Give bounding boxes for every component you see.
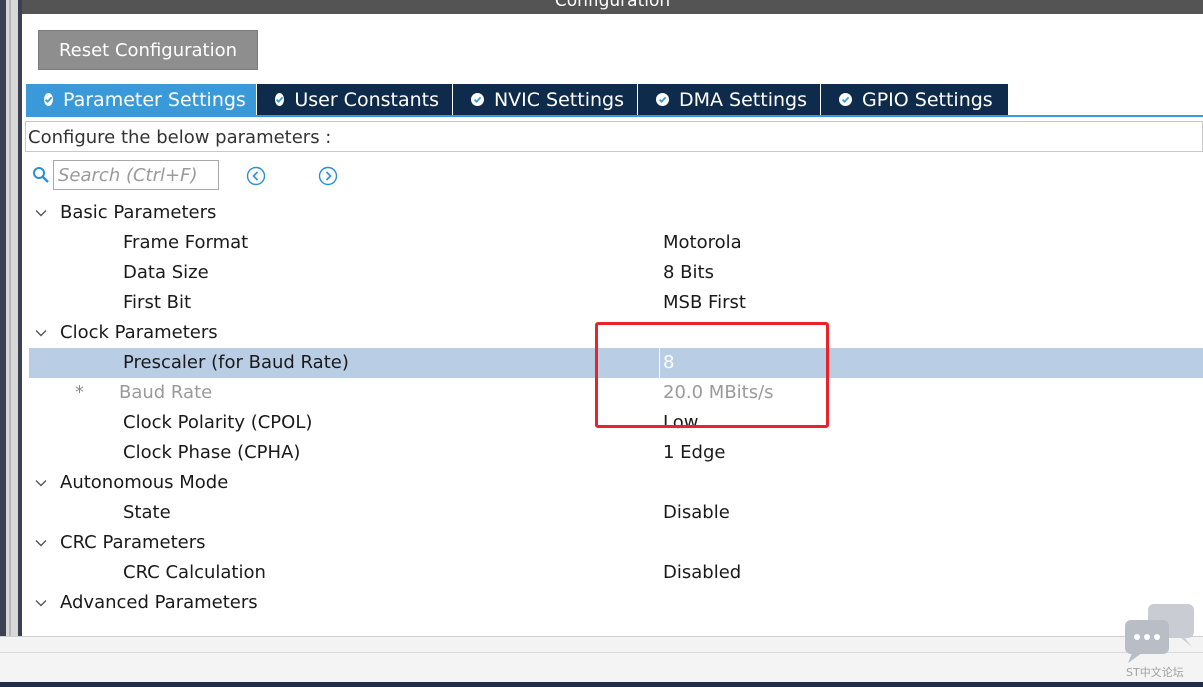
window-title: Configuration [554,0,671,11]
chevron-down-icon[interactable] [34,476,48,490]
chevron-down-icon[interactable] [34,206,48,220]
param-label: Data Size [123,262,209,283]
group-advanced-parameters[interactable]: Advanced Parameters [29,588,1203,618]
param-frame-format[interactable]: Frame Format Motorola [29,228,1203,258]
param-first-bit[interactable]: First Bit MSB First [29,288,1203,318]
param-label: Prescaler (for Baud Rate) [123,352,349,373]
check-circle-icon [275,93,285,106]
tab-parameter-settings[interactable]: Parameter Settings [26,84,257,115]
left-splitter-line [9,0,11,640]
tab-label: Parameter Settings [63,88,246,111]
param-state[interactable]: State Disable [29,498,1203,528]
chevron-down-icon[interactable] [34,326,48,340]
configure-hint-box: Configure the below parameters : [25,121,1203,152]
param-crc-calculation[interactable]: CRC Calculation Disabled [29,558,1203,588]
status-bar [0,652,1203,683]
group-crc-parameters[interactable]: CRC Parameters [29,528,1203,558]
param-label: First Bit [123,292,192,313]
group-autonomous-mode[interactable]: Autonomous Mode [29,468,1203,498]
forum-watermark-text: ST中文论坛 [1126,666,1184,679]
tab-user-constants[interactable]: User Constants [257,84,453,115]
tab-label: GPIO Settings [862,88,993,111]
check-circle-icon [656,93,669,106]
param-value[interactable]: MSB First [663,288,746,318]
search-icon[interactable] [32,166,50,184]
previous-match-icon[interactable] [246,166,266,186]
param-value[interactable]: Disabled [663,558,741,588]
group-label: Clock Parameters [60,322,218,343]
group-basic-parameters[interactable]: Basic Parameters [29,198,1203,228]
tab-label: DMA Settings [679,88,807,111]
param-label: State [123,502,171,523]
group-label: Basic Parameters [60,202,217,223]
tab-nvic-settings[interactable]: NVIC Settings [453,84,638,115]
tab-label: NVIC Settings [493,88,624,111]
param-label: Frame Format [123,232,249,253]
check-circle-icon [471,93,484,106]
next-match-icon[interactable] [318,166,338,186]
param-value[interactable]: Motorola [663,228,742,258]
reset-configuration-button[interactable]: Reset Configuration [38,30,258,70]
param-data-size[interactable]: Data Size 8 Bits [29,258,1203,288]
window-titlebar: Configuration [22,0,1203,14]
param-value[interactable]: Disable [663,498,730,528]
check-circle-icon [44,93,53,106]
tab-dma-settings[interactable]: DMA Settings [638,84,821,115]
check-circle-icon [839,93,852,106]
group-label: Advanced Parameters [60,592,258,613]
param-value[interactable]: 8 Bits [663,258,714,288]
group-label: Autonomous Mode [60,472,229,493]
window-bottom-edge [0,682,1203,687]
group-label: CRC Parameters [60,532,206,553]
tab-label: User Constants [294,88,439,111]
chevron-down-icon[interactable] [34,596,48,610]
tab-underline [26,115,1203,117]
param-label: Baud Rate [119,382,213,403]
param-label: Clock Phase (CPHA) [123,442,301,463]
tab-gpio-settings[interactable]: GPIO Settings [821,84,1009,115]
chevron-down-icon[interactable] [34,536,48,550]
configure-hint-text: Configure the below parameters : [28,127,332,148]
panel-bottom-border [0,636,1203,653]
search-input[interactable] [53,160,219,190]
left-splitter[interactable] [6,0,18,640]
param-label: CRC Calculation [123,562,266,583]
param-label: Clock Polarity (CPOL) [123,412,313,433]
param-value[interactable]: 1 Edge [663,438,725,468]
settings-tabs: Parameter Settings User Constants NVIC S… [26,84,1009,115]
computed-marker: * [75,382,84,403]
annotation-highlight-box [595,322,829,428]
param-clock-phase[interactable]: Clock Phase (CPHA) 1 Edge [29,438,1203,468]
